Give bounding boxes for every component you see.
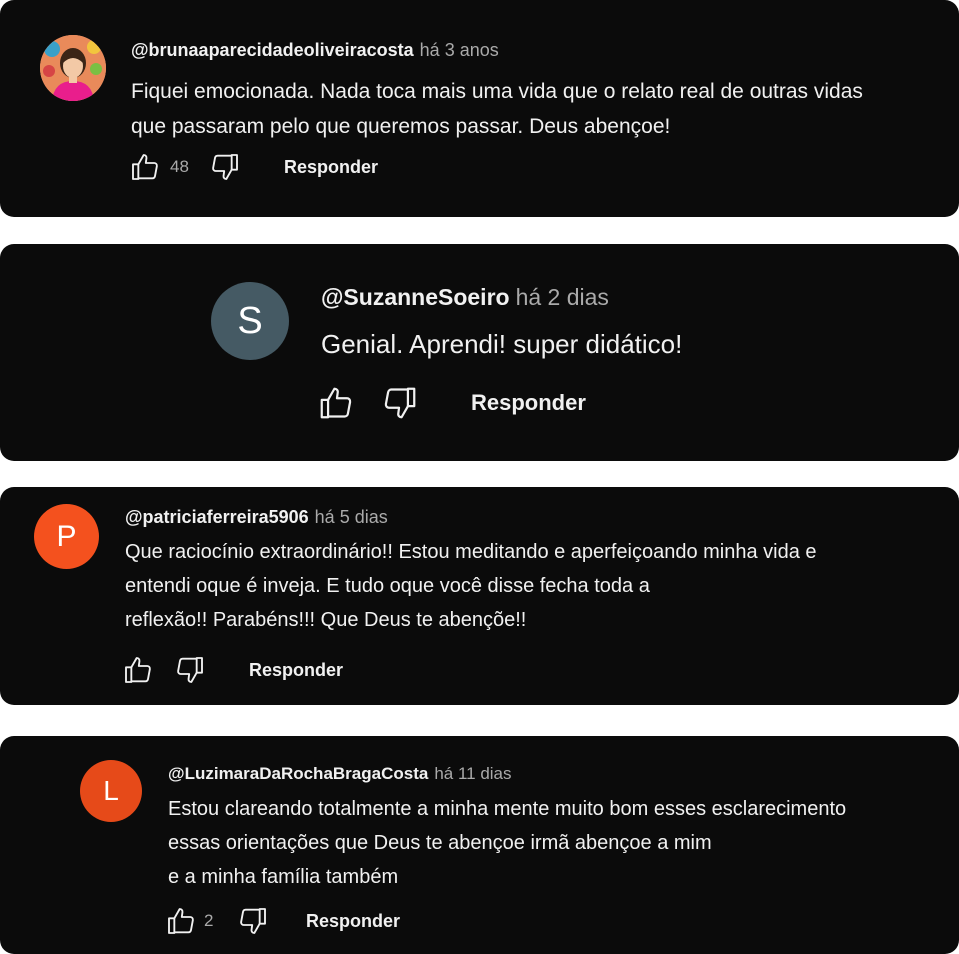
- comment-text-line: que passaram pelo que queremos passar. D…: [131, 115, 671, 138]
- comment-text-line: Que raciocínio extraordinário!! Estou me…: [125, 541, 817, 563]
- avatar-photo-icon: [40, 35, 106, 101]
- avatar[interactable]: S: [211, 282, 289, 360]
- thumbs-down-icon: [384, 387, 416, 419]
- comment-author-handle[interactable]: @LuzimaraDaRochaBragaCosta: [168, 764, 428, 783]
- comment-actions: Responder: [317, 384, 586, 422]
- comment-timestamp[interactable]: há 11 dias: [434, 764, 511, 783]
- comment-actions: 2 Responder: [164, 904, 400, 938]
- like-count: 2: [204, 911, 214, 930]
- comment-timestamp[interactable]: há 2 dias: [516, 284, 609, 310]
- comment-text-line: Fiquei emocionada. Nada toca mais uma vi…: [131, 80, 863, 103]
- comment-author-line: @LuzimaraDaRochaBragaCosta há 11 dias: [168, 764, 512, 784]
- comment-text-line: entendi oque é inveja. E tudo oque você …: [125, 575, 650, 597]
- reply-button[interactable]: Responder: [249, 660, 343, 681]
- avatar-letter: S: [237, 299, 263, 342]
- comment-text-line: Genial. Aprendi! super didático!: [321, 329, 683, 359]
- comment-text-line: reflexão!! Parabéns!!! Que Deus te abenç…: [125, 609, 527, 631]
- reply-button[interactable]: Responder: [284, 157, 378, 178]
- dislike-button[interactable]: [173, 653, 207, 687]
- thumbs-down-icon: [212, 154, 238, 180]
- comment-text: Fiquei emocionada. Nada toca mais uma vi…: [131, 74, 863, 144]
- like-button[interactable]: [128, 150, 162, 184]
- comment-actions: 48 Responder: [128, 150, 378, 184]
- like-button[interactable]: [164, 904, 198, 938]
- thumbs-up-icon: [168, 908, 194, 934]
- comment-author-line: @patriciaferreira5906 há 5 dias: [125, 507, 388, 528]
- comment-card: L @LuzimaraDaRochaBragaCosta há 11 dias E…: [0, 736, 959, 954]
- comment-timestamp[interactable]: há 3 anos: [420, 40, 499, 60]
- reply-button[interactable]: Responder: [471, 390, 586, 416]
- comment-text-line: essas orientações que Deus te abençoe ir…: [168, 832, 712, 854]
- comment-card: @brunaaparecidadeoliveiracosta há 3 anos …: [0, 0, 959, 217]
- like-count: 48: [170, 157, 189, 176]
- dislike-button[interactable]: [208, 150, 242, 184]
- thumbs-up-icon: [125, 657, 151, 683]
- thumbs-up-icon: [132, 154, 158, 180]
- avatar[interactable]: [40, 35, 106, 101]
- thumbs-down-icon: [240, 908, 266, 934]
- comment-text: Estou clareando totalmente a minha mente…: [168, 792, 846, 894]
- comment-card: S @SuzanneSoeiro há 2 dias Genial. Aprend…: [0, 244, 959, 461]
- comment-actions: Responder: [121, 653, 343, 687]
- avatar[interactable]: P: [34, 504, 99, 569]
- comment-text-line: e a minha família também: [168, 866, 399, 888]
- comment-author-handle[interactable]: @patriciaferreira5906: [125, 507, 309, 527]
- comment-timestamp[interactable]: há 5 dias: [315, 507, 388, 527]
- thumbs-up-icon: [320, 387, 352, 419]
- comment-author-handle[interactable]: @brunaaparecidadeoliveiracosta: [131, 40, 414, 60]
- dislike-button[interactable]: [381, 384, 419, 422]
- comment-author-handle[interactable]: @SuzanneSoeiro: [321, 284, 510, 310]
- avatar[interactable]: L: [80, 760, 142, 822]
- avatar-letter: P: [56, 519, 77, 553]
- avatar-letter: L: [103, 775, 119, 806]
- comment-text-line: Estou clareando totalmente a minha mente…: [168, 798, 847, 820]
- like-button[interactable]: [121, 653, 155, 687]
- comment-text: Genial. Aprendi! super didático!: [321, 326, 682, 362]
- reply-button[interactable]: Responder: [306, 911, 400, 932]
- like-button[interactable]: [317, 384, 355, 422]
- comment-card: P @patriciaferreira5906 há 5 dias Que rac…: [0, 487, 959, 705]
- comment-text: Que raciocínio extraordinário!! Estou me…: [125, 535, 817, 637]
- comment-author-line: @brunaaparecidadeoliveiracosta há 3 anos: [131, 40, 499, 61]
- comment-author-line: @SuzanneSoeiro há 2 dias: [321, 284, 609, 311]
- dislike-button[interactable]: [236, 904, 270, 938]
- thumbs-down-icon: [177, 657, 203, 683]
